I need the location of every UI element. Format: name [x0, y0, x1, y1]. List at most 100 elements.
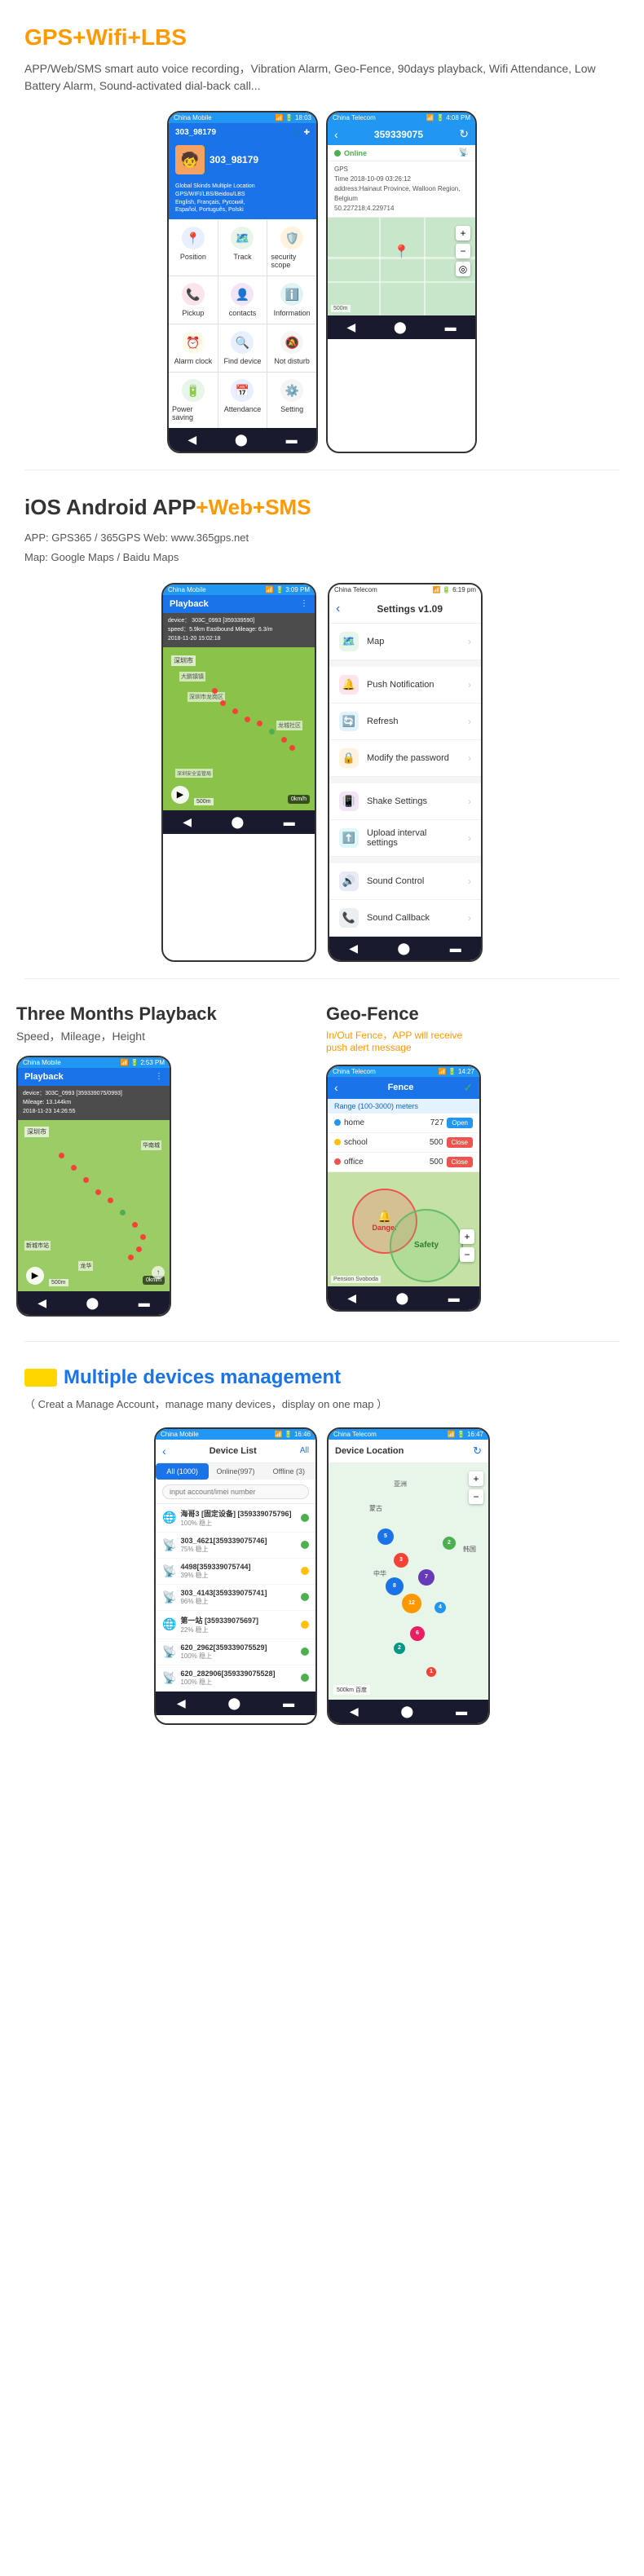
map-marker: 📍 [394, 244, 410, 260]
fence-close-school[interactable]: Close [447, 1137, 473, 1148]
settings-item-map[interactable]: 🗺️ Map › [329, 624, 481, 660]
search-input[interactable] [162, 1484, 309, 1499]
safety-zone: Safety [390, 1209, 463, 1282]
nav-recent-maploc[interactable]: ▬ [456, 1705, 467, 1718]
device-item-7[interactable]: 📡 620_282906[359339075528] 100% 稳上 [156, 1665, 315, 1692]
device-item-6[interactable]: 📡 620_2962[359339075529] 100% 稳上 [156, 1639, 315, 1665]
nav-home[interactable]: ⬤ [235, 433, 248, 447]
nav-back-2[interactable]: ◀ [346, 320, 355, 334]
find-device-icon: 🔍 [231, 331, 254, 354]
phone-settings: China Telecom 📶 🔋 6:19 pm ‹ Settings v1.… [328, 583, 483, 962]
back-btn[interactable]: ‹ [334, 128, 338, 141]
nav-back-settings[interactable]: ◀ [349, 942, 358, 955]
nav-recent-pb2[interactable]: ▬ [139, 1296, 150, 1310]
locate-btn[interactable]: ◎ [456, 262, 470, 276]
fence-table: home 727 Open school 500 Close office 50… [328, 1114, 479, 1172]
tab-all[interactable]: All (1000) [156, 1463, 209, 1480]
nav-back-fence[interactable]: ◀ [347, 1291, 356, 1305]
settings-item-push[interactable]: 🔔 Push Notification › [329, 667, 481, 704]
push-item-icon: 🔔 [339, 675, 359, 695]
fence-zoom-out[interactable]: − [460, 1247, 474, 1262]
power-saving-icon: 🔋 [182, 379, 205, 402]
menu-information[interactable]: ℹ️ Information [267, 276, 316, 324]
status-bar-2: China Telecom 📶 🔋 4:08 PM [328, 112, 475, 123]
device-item-5[interactable]: 🌐 第一站 [359339075697] 22% 稳上 [156, 1611, 315, 1639]
nav-recent-settings[interactable]: ▬ [450, 942, 461, 955]
settings-item-sound-callback[interactable]: 📞 Sound Callback › [329, 900, 481, 937]
menu-find-device[interactable]: 🔍 Find device [218, 324, 267, 372]
nav-recent-devlist[interactable]: ▬ [283, 1696, 294, 1710]
section-3: Three Months Playback Speed，Mileage，Heig… [0, 979, 644, 1341]
cluster-2: 3 [394, 1553, 408, 1568]
zoom-in-btn[interactable]: + [456, 226, 470, 240]
menu-security-scope[interactable]: 🛡️ security scope [267, 220, 316, 276]
device-item-3[interactable]: 📡 4498[359339075744] 39% 稳上 [156, 1559, 315, 1585]
tab-offline[interactable]: Offline (3) [262, 1463, 315, 1480]
menu-alarm-clock[interactable]: ⏰ Alarm clock [169, 324, 218, 372]
nav-back-pb2[interactable]: ◀ [37, 1296, 46, 1310]
settings-item-shake[interactable]: 📳 Shake Settings › [329, 783, 481, 820]
menu-track[interactable]: 🗺️ Track [218, 220, 267, 276]
phones-row-1: China Mobile 📶 🔋 18:03 303_98179 👤 ✚ 🧒 3… [24, 111, 620, 453]
menu-power-saving[interactable]: 🔋 Power saving [169, 373, 218, 428]
map-controls: + − ◎ [456, 226, 470, 276]
tab-online[interactable]: Online(997) [209, 1463, 262, 1480]
device-icon-5: 🌐 [162, 1617, 176, 1631]
nav-recent-2[interactable]: ▬ [445, 320, 457, 334]
nav-back[interactable]: ◀ [187, 433, 196, 447]
fence-zoom-in[interactable]: + [460, 1229, 474, 1244]
sound-control-icon: 🔊 [339, 871, 359, 891]
menu-attendance[interactable]: 📅 Attendance [218, 373, 267, 428]
fence-back[interactable]: ‹ [334, 1081, 338, 1094]
nav-home-fence[interactable]: ⬤ [396, 1291, 409, 1305]
play-control-2[interactable]: ▶ [26, 1267, 44, 1285]
nav-home-maploc[interactable]: ⬤ [401, 1705, 414, 1718]
maploc-zoom-in[interactable]: + [469, 1471, 483, 1486]
fence-open-home[interactable]: Open [447, 1118, 473, 1128]
nav-recent-pb[interactable]: ▬ [284, 815, 295, 829]
settings-back[interactable]: ‹ [336, 602, 340, 616]
settings-item-password[interactable]: 🔒 Modify the password › [329, 740, 481, 777]
menu-contacts[interactable]: 👤 contacts [218, 276, 267, 324]
nav-back-maploc[interactable]: ◀ [350, 1705, 359, 1718]
nav-home-2[interactable]: ⬤ [394, 320, 407, 334]
device-item-2[interactable]: 📡 303_4621[359339075746] 75% 稳上 [156, 1533, 315, 1559]
menu-setting[interactable]: ⚙️ Setting [267, 373, 316, 428]
nav-home-settings[interactable]: ⬤ [398, 942, 411, 955]
device-icon-1: 🌐 [162, 1511, 176, 1524]
nav-back-devlist[interactable]: ◀ [177, 1696, 186, 1710]
play-control[interactable]: ▶ [171, 786, 189, 804]
app2-header: ‹ 359339075 ↻ [328, 123, 475, 145]
devlist-back[interactable]: ‹ [162, 1445, 166, 1458]
device-item-1[interactable]: 🌐 海哥3 [固定设备] [359339075796] 100% 稳上 [156, 1504, 315, 1533]
nav-home-devlist[interactable]: ⬤ [228, 1696, 241, 1710]
app1-info: 303_98179 [210, 154, 258, 165]
cluster-9: 7 [418, 1569, 434, 1586]
section-gps-wifi-lbs: GPS+Wifi+LBS APP/Web/SMS smart auto voic… [0, 0, 644, 470]
contacts-icon: 👤 [231, 283, 254, 306]
nav-home-pb2[interactable]: ⬤ [86, 1296, 99, 1310]
maploc-zoom-out[interactable]: − [469, 1489, 483, 1504]
devlist-header: ‹ Device List All [156, 1440, 315, 1463]
devlist-status-bar: China Mobile 📶 🔋 16:46 [156, 1429, 315, 1440]
fence-close-office[interactable]: Close [447, 1157, 473, 1167]
menu-pickup[interactable]: 📞 Pickup [169, 276, 218, 324]
nav-home-pb[interactable]: ⬤ [232, 815, 245, 829]
settings-item-refresh[interactable]: 🔄 Refresh › [329, 704, 481, 740]
nav-back-pb[interactable]: ◀ [183, 815, 192, 829]
menu-position[interactable]: 📍 Position [169, 220, 218, 276]
zoom-out-btn[interactable]: − [456, 244, 470, 258]
device-item-4[interactable]: 📡 303_4143[359339075741] 96% 稳上 [156, 1585, 315, 1611]
cluster-7: 6 [410, 1626, 425, 1641]
settings-header: ‹ Settings v1.09 [329, 595, 481, 624]
settings-item-sound-control[interactable]: 🔊 Sound Control › [329, 863, 481, 900]
nav-recent-fence[interactable]: ▬ [448, 1291, 460, 1305]
pb-status-bar: China Mobile 📶 🔋 3:09 PM [163, 584, 315, 595]
nav-recent[interactable]: ▬ [286, 433, 298, 447]
cluster-5: 12 [402, 1594, 421, 1613]
fence-check[interactable]: ✓ [463, 1081, 473, 1095]
refresh-icon[interactable]: ↻ [459, 127, 469, 141]
maploc-refresh[interactable]: ↻ [473, 1445, 482, 1458]
settings-item-upload[interactable]: ⬆️ Upload interval settings › [329, 820, 481, 857]
menu-not-disturb[interactable]: 🔕 Not disturb [267, 324, 316, 372]
